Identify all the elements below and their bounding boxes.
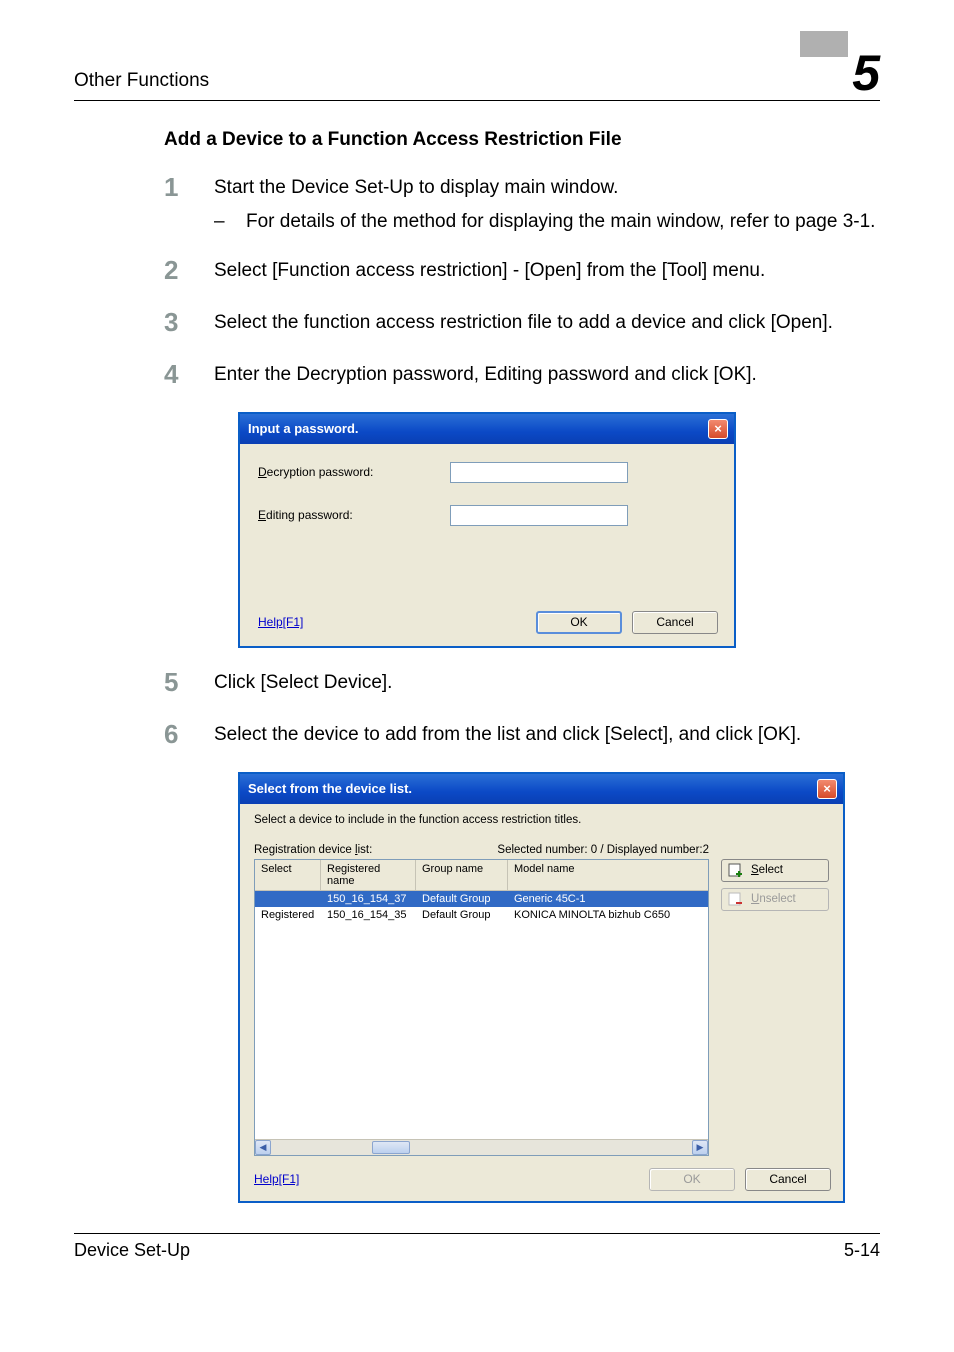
close-icon[interactable]: × [817, 779, 837, 799]
col-select-header[interactable]: Select [255, 860, 321, 890]
section-heading: Add a Device to a Function Access Restri… [164, 129, 880, 151]
step-text: Select the device to add from the list a… [214, 720, 880, 748]
step-number: 4 [164, 360, 214, 390]
dialog-titlebar[interactable]: Select from the device list. × [240, 774, 843, 804]
input-password-dialog: Input a password. × Decryption password:… [238, 412, 736, 648]
cell-model: KONICA MINOLTA bizhub C650 [508, 907, 708, 923]
cancel-button[interactable]: Cancel [745, 1168, 831, 1191]
step-number: 1 [164, 173, 214, 203]
unselect-remove-icon [728, 892, 743, 907]
select-device-dialog: Select from the device list. × Select a … [238, 772, 845, 1203]
selection-count-label: Selected number: 0 / Displayed number:2 [497, 844, 709, 856]
step-3: 3 Select the function access restriction… [164, 308, 880, 338]
dialog-title: Input a password. [248, 421, 359, 436]
help-link[interactable]: Help[F1] [254, 1172, 299, 1186]
page-header: Other Functions 5 [74, 48, 880, 101]
cell-group: Default Group [416, 907, 508, 923]
editing-password-label: Editing password: [258, 508, 450, 522]
footer-right: 5-14 [844, 1240, 880, 1261]
step-text: Select the function access restriction f… [214, 308, 880, 336]
step-subtext: For details of the method for displaying… [246, 209, 875, 235]
ok-button: OK [649, 1168, 735, 1191]
registration-list-label: Registration device list: [254, 844, 372, 856]
close-icon[interactable]: × [708, 419, 728, 439]
step-5: 5 Click [Select Device]. [164, 668, 880, 698]
step-1: 1 Start the Device Set-Up to display mai… [164, 173, 880, 234]
cell-model: Generic 45C-1 [508, 891, 708, 907]
col-registered-header[interactable]: Registered name [321, 860, 416, 890]
cell-select: Registered [255, 907, 321, 923]
editing-password-input[interactable] [450, 505, 628, 526]
cell-select [255, 891, 321, 907]
list-column-headers[interactable]: Select Registered name Group name Model … [255, 860, 708, 891]
step-number: 2 [164, 256, 214, 286]
scroll-left-icon[interactable]: ◀ [255, 1140, 271, 1155]
select-add-icon [728, 863, 743, 878]
cancel-button[interactable]: Cancel [632, 611, 718, 634]
step-text: Start the Device Set-Up to display main … [214, 175, 880, 201]
header-title: Other Functions [74, 70, 209, 98]
device-list-row[interactable]: Registered 150_16_154_35 Default Group K… [255, 907, 708, 923]
step-4: 4 Enter the Decryption password, Editing… [164, 360, 880, 390]
select-button[interactable]: Select [721, 859, 829, 882]
unselect-button: Unselect [721, 888, 829, 911]
decryption-password-input[interactable] [450, 462, 628, 483]
scroll-right-icon[interactable]: ▶ [692, 1140, 708, 1155]
step-number: 3 [164, 308, 214, 338]
device-listbox[interactable]: Select Registered name Group name Model … [254, 859, 709, 1156]
dash: – [214, 209, 246, 235]
step-text: Click [Select Device]. [214, 668, 880, 696]
step-text: Select [Function access restriction] - [… [214, 256, 880, 284]
decryption-password-label: Decryption password: [258, 465, 450, 479]
cell-registered: 150_16_154_37 [321, 891, 416, 907]
col-model-header[interactable]: Model name [508, 860, 708, 890]
footer-left: Device Set-Up [74, 1240, 190, 1261]
cell-registered: 150_16_154_35 [321, 907, 416, 923]
step-text: Enter the Decryption password, Editing p… [214, 360, 880, 388]
step-number: 5 [164, 668, 214, 698]
ok-button[interactable]: OK [536, 611, 622, 634]
help-link[interactable]: Help[F1] [258, 615, 303, 629]
cell-group: Default Group [416, 891, 508, 907]
chapter-number: 5 [852, 48, 880, 98]
dialog-title: Select from the device list. [248, 781, 412, 796]
page-footer: Device Set-Up 5-14 [74, 1233, 880, 1261]
col-group-header[interactable]: Group name [416, 860, 508, 890]
horizontal-scrollbar[interactable]: ◀ ▶ [255, 1139, 708, 1155]
chapter-tab [800, 31, 848, 57]
device-list-row[interactable]: 150_16_154_37 Default Group Generic 45C-… [255, 891, 708, 907]
step-number: 6 [164, 720, 214, 750]
step-6: 6 Select the device to add from the list… [164, 720, 880, 750]
scroll-track[interactable] [272, 1140, 691, 1155]
dialog-instruction: Select a device to include in the functi… [254, 814, 831, 826]
step-2: 2 Select [Function access restriction] -… [164, 256, 880, 286]
dialog-titlebar[interactable]: Input a password. × [240, 414, 734, 444]
scroll-thumb[interactable] [372, 1141, 410, 1154]
